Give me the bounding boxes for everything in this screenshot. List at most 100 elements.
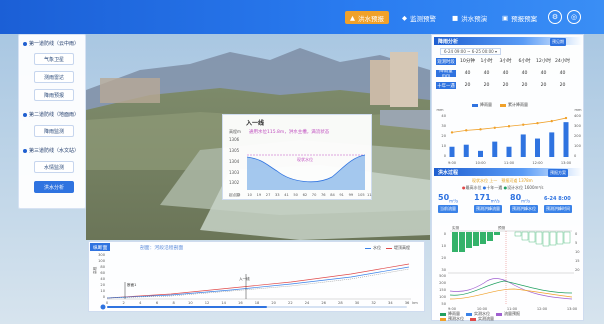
y-tick: 40 [100,277,105,281]
x-tick: 2 [123,301,125,305]
y-tick-right: 0 [575,232,578,236]
table-header-cell: 3小时 [499,59,512,64]
rain-bar [492,141,498,157]
stat-value: 171m³/s [474,193,500,204]
sidebar-item-radar[interactable]: 测雨雷达 [34,71,74,83]
x-tick: 70 [312,193,317,197]
top-navigation-bar: ▲ 洪水预报 ◆ 监测预警 ■ 洪水预演 ▣ 预报预案 ⚙ ◎ [0,0,604,34]
x-tick: 99 [349,193,354,197]
tab-profile-section[interactable]: 剖面：河段沿程剖面 [137,243,186,251]
water-level-label: 现状水位 [297,156,313,162]
profile-chart: 30010080604020100 高程 断面1 入一线 0 2 4 6 8 10 12 14… [92,253,418,310]
sidebar-item-rain-monitoring[interactable]: 降雨监测 [34,125,74,137]
stat-unit: m³/s [521,198,531,204]
cross-section-chart: 现状水位 [247,154,366,190]
rain-bar [520,134,526,157]
flood-rain-bar [556,231,564,245]
bullet-icon [23,41,27,46]
cross-section-title: 入一线 [246,120,265,127]
flood-rain-bar [542,231,550,247]
annotation-section-1: 断面1 [127,282,136,287]
x-tick: 12:00 [537,307,548,311]
y-tick-left-lower: 150 [439,288,447,292]
x-tick: 50 [293,193,298,197]
y-tick: 80 [100,265,105,269]
x-tick: 10 [247,193,252,197]
flood-legend-2: 预测水位 实测流量 [440,316,494,322]
sidebar-item-water-monitoring[interactable]: 水情监测 [34,161,74,173]
rain-bar [463,144,469,157]
table-header-cell: 6小时 [518,59,531,64]
sidebar-item-flood-analysis[interactable]: 洪水分析 [34,181,74,193]
y-tick: 10 [100,289,105,293]
sidebar-item-rain-forecast[interactable]: 降雨预报 [34,89,74,101]
x-tick: 13:00 [561,161,572,165]
tab-flood-rehearsal[interactable]: ■ 洪水预演 [452,11,487,24]
flood-tag[interactable]: 预报方案 [548,169,568,177]
user-icon[interactable]: ◎ [567,10,581,24]
stat-value: 50m³/s [438,193,459,204]
flood-icon: ▲ [350,13,355,22]
stat-label: 预测洪峰时间 [544,205,572,213]
x-tick: 30 [355,301,360,305]
annotation-section-2: 入一线 [239,276,250,281]
flood-rain-bar [487,232,493,241]
sidebar-item-weather-satellite[interactable]: 气象卫星 [34,53,74,65]
table-cell: 20 [521,83,528,88]
y-tick-right: 20 [575,268,580,272]
cumulative-rain-point [450,131,454,134]
y-tick: 1303 [229,170,240,175]
tab-monitoring-alert[interactable]: ◆ 监测预警 [402,11,436,24]
x-tick: 20 [271,301,276,305]
cumulative-rain-point [536,121,539,125]
rain-bar [449,146,455,157]
settings-icon[interactable]: ⚙ [548,10,562,24]
video-icon: ■ [452,13,459,22]
bullet-icon [23,112,27,117]
play-icon [100,304,106,310]
x-tick: 8 [173,301,176,305]
table-header-label: 观测时段 [436,58,456,65]
flood-rain-bar [466,232,472,248]
y-tick: 60 [100,271,105,275]
flood-rain-bar [480,232,486,244]
rain-chart: mm403020100 mm4003002001000 9:00 10:00 11:… [436,108,582,165]
y-tick-left: 0 [444,154,447,158]
y-tick-left: 0 [444,232,447,236]
flood-rain-bar [494,232,500,235]
x-tick: 24 [305,301,310,305]
tab-flood-forecast[interactable]: ▲ 洪水预报 [345,11,389,24]
y-tick-right: 100 [574,144,582,148]
x-tick: 33 [275,193,280,197]
flood-rain-bar [521,231,529,241]
y-tick-left: 10 [441,144,446,148]
y-tick-left: 20 [441,134,446,138]
y-tick-left-lower: 50 [441,302,446,306]
x-tick: 10 [188,301,193,305]
x-tick: 12 [205,301,210,305]
x-tick: 6 [156,301,159,305]
x-tick: 19 [257,193,262,197]
table-header-cell: 1小时 [480,59,493,64]
y-tick-right: 0 [574,154,577,158]
x-tick: 27 [266,193,271,197]
x-axis-unit: km [412,301,418,305]
y-tick-left: 30 [441,124,446,128]
date-range-picker[interactable]: 6-24 09:00 ~ 6-25 00:00 ▾ [440,48,501,55]
flood-y-label-b: 预测 [498,225,506,230]
rain-bar [535,138,540,157]
left-panel: 第一道防线（云中雨） 气象卫星 测雨雷达 降雨预报 第二道防线（地面雨） 降雨监… [18,34,86,209]
x-tick: 26 [321,301,326,305]
cumulative-rain-point [507,125,511,128]
stat-label: 预测洪峰水位 [510,205,538,213]
rain-tag[interactable]: 预见期 [550,38,566,46]
tab-profile[interactable]: 纵断面 [90,243,111,251]
y-tick: 0 [103,295,106,299]
y-tick: 1304 [229,159,240,164]
x-tick: 62 [303,193,308,197]
flood-rain-bar [473,232,479,246]
y-tick: 300 [98,253,106,257]
flood-chart: 010203050020015010050 05101520 实测 预测 9:0… [439,225,580,311]
table-header-cell: 24小时 [554,59,571,64]
tab-forecast-plan[interactable]: ▣ 预报预案 [502,11,537,24]
